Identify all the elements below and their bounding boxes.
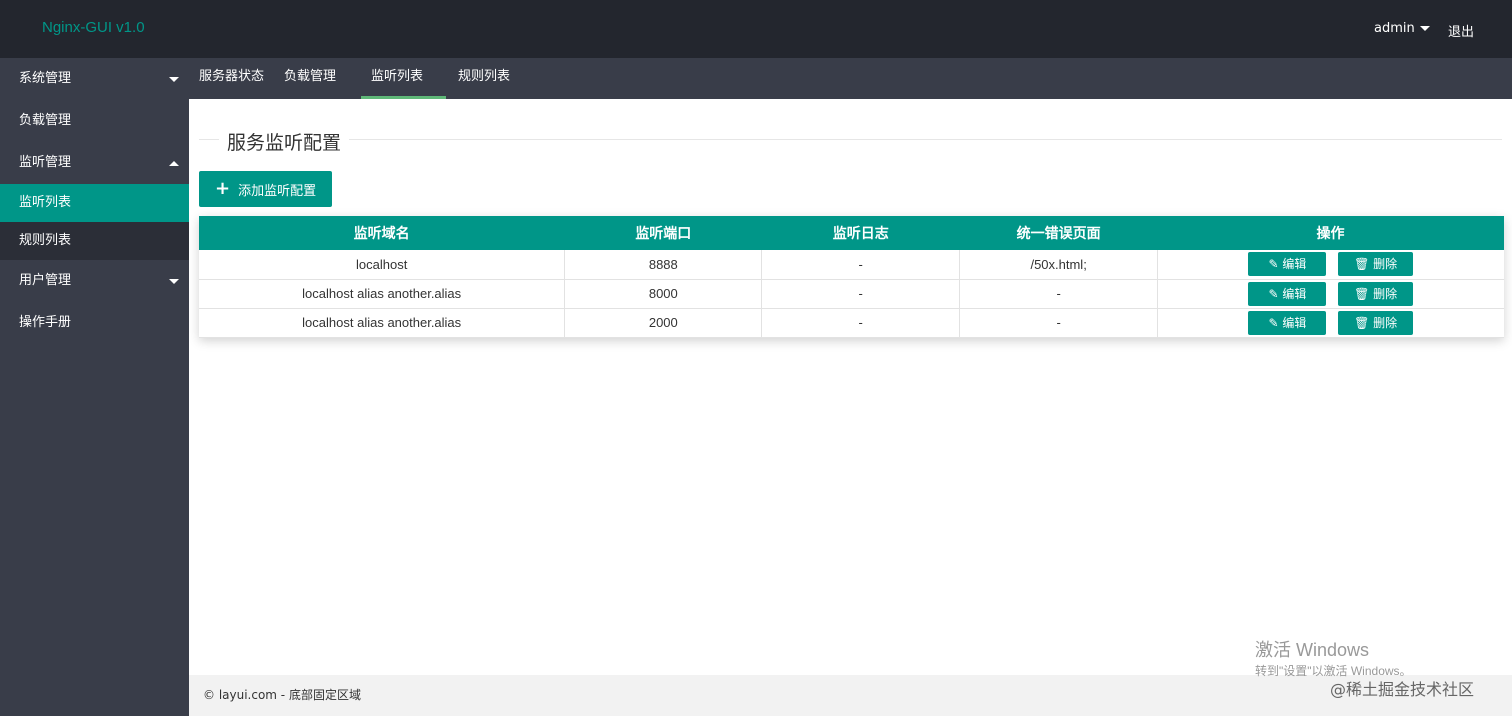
activation-watermark-title: 激活 Windows [1255,640,1370,660]
user-name: admin [1374,21,1415,36]
page-title: 服务监听配置 [219,128,350,155]
add-listen-config-button[interactable]: + 添加监听配置 [199,171,333,207]
domain-cell: localhost alias another.alias [199,308,566,338]
chevron-down-icon [1419,26,1430,31]
divider [199,139,1502,140]
edit-label: 编辑 [1282,315,1307,330]
error-page-cell: /50x.html; [959,250,1159,280]
trash-icon: 🗑 [1354,257,1370,272]
error-page-cell: - [959,308,1159,338]
plus-icon: + [215,178,231,199]
tab-listen-list[interactable]: 监听列表 [360,58,447,99]
edit-button[interactable]: ✎ 编辑 [1248,252,1327,277]
tab-load[interactable]: 负载管理 [284,58,336,99]
actions-cell: ✎ 编辑 🗑 删除 [1157,250,1504,280]
port-cell: 2000 [564,308,763,338]
delete-label: 删除 [1373,315,1398,330]
community-watermark: @稀土掘金技术社区 [1330,680,1475,699]
listen-table: 监听域名 监听端口 监听日志 统一错误页面 操作 localhost 8888 … [199,216,1504,338]
sidebar-item-label: 系统管理 [19,71,72,86]
sidebar-item-rule-list[interactable]: 规则列表 [0,222,189,260]
edit-label: 编辑 [1282,286,1307,301]
log-cell: - [761,308,961,338]
edit-button[interactable]: ✎ 编辑 [1248,281,1327,306]
sidebar-item-label: 监听管理 [19,155,72,170]
edit-icon: ✎ [1268,315,1279,330]
log-cell: - [761,250,961,280]
domain-cell: localhost alias another.alias [199,279,566,309]
domain-cell: localhost [199,250,566,280]
edit-icon: ✎ [1268,257,1279,272]
main-content: 服务监听配置 + 添加监听配置 监听域名 监听端口 监听日志 统一错误页面 操作… [189,99,1512,675]
delete-button[interactable]: 🗑 删除 [1338,281,1414,306]
sidebar-item-system[interactable]: 系统管理 [0,58,189,100]
log-cell: - [761,279,961,309]
delete-label: 删除 [1373,257,1398,272]
sidebar-item-listen-list[interactable]: 监听列表 [0,184,189,222]
column-header: 统一错误页面 [959,216,1159,250]
tab-rule-list[interactable]: 规则列表 [458,58,510,99]
table-row: localhost alias another.alias 8000 - - ✎… [199,279,1504,309]
port-cell: 8888 [564,250,763,280]
sidebar-item-load[interactable]: 负载管理 [0,100,189,142]
actions-cell: ✎ 编辑 🗑 删除 [1157,308,1504,338]
top-header: Nginx-GUI v1.0 admin 退出 [0,0,1512,58]
tab-server-status[interactable]: 服务器状态 [199,58,264,99]
top-tabs: 服务器状态 负载管理 监听列表 规则列表 [189,58,1512,99]
edit-label: 编辑 [1282,257,1307,272]
column-header: 操作 [1157,216,1504,250]
user-menu[interactable]: admin [1374,21,1430,36]
edit-button[interactable]: ✎ 编辑 [1248,310,1327,335]
app-logo[interactable]: Nginx-GUI v1.0 [42,19,145,36]
chevron-up-icon [169,161,179,166]
sidebar: 系统管理 负载管理 监听管理 监听列表 规则列表 用户管理 操作手册 [0,58,189,716]
delete-button[interactable]: 🗑 删除 [1338,310,1414,335]
footer: © layui.com - 底部固定区域 [189,675,1512,716]
chevron-down-icon [169,77,179,82]
trash-icon: 🗑 [1354,286,1370,301]
sidebar-item-manual[interactable]: 操作手册 [0,302,189,344]
trash-icon: 🗑 [1354,315,1370,330]
column-header: 监听端口 [564,216,763,250]
sidebar-item-label: 操作手册 [19,315,72,330]
add-button-label: 添加监听配置 [238,183,317,199]
column-header: 监听域名 [199,216,566,250]
edit-icon: ✎ [1268,286,1279,301]
table-row: localhost 8888 - /50x.html; ✎ 编辑 🗑 删除 [199,250,1504,280]
port-cell: 8000 [564,279,763,309]
error-page-cell: - [959,279,1159,309]
sidebar-item-listen[interactable]: 监听管理 [0,142,189,184]
chevron-down-icon [169,279,179,284]
delete-label: 删除 [1373,286,1398,301]
table-row: localhost alias another.alias 2000 - - ✎… [199,308,1504,338]
delete-button[interactable]: 🗑 删除 [1338,252,1414,277]
actions-cell: ✎ 编辑 🗑 删除 [1157,279,1504,309]
sidebar-item-label: 用户管理 [19,273,72,288]
sidebar-item-users[interactable]: 用户管理 [0,260,189,302]
column-header: 监听日志 [761,216,961,250]
table-header-row: 监听域名 监听端口 监听日志 统一错误页面 操作 [199,216,1504,250]
logout-link[interactable]: 退出 [1448,21,1474,40]
sidebar-item-label: 负载管理 [19,113,72,128]
